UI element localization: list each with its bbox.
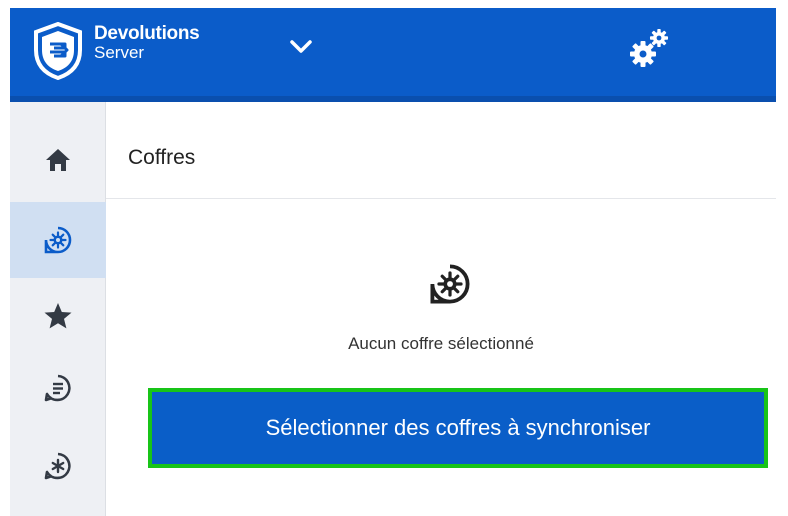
- vault-icon: [44, 226, 72, 254]
- brand: Devolutions Server: [94, 23, 200, 62]
- gears-icon[interactable]: [630, 26, 670, 70]
- page-title: Coffres: [128, 146, 196, 169]
- sidebar-item-messages[interactable]: [10, 350, 106, 426]
- select-vaults-button-highlight[interactable]: Sélectionner des coffres à synchroniser: [148, 388, 768, 468]
- main-panel: Coffres Aucun coffre sélectionné Sélecti…: [106, 102, 776, 516]
- sidebar: [10, 102, 106, 516]
- brand-product: Server: [94, 43, 145, 62]
- select-vaults-button[interactable]: Sélectionner des coffres à synchroniser: [152, 392, 764, 464]
- asterisk-sync-icon: [44, 452, 71, 480]
- vault-icon: [430, 264, 470, 304]
- brand-name: Devolutions: [94, 23, 200, 44]
- empty-state-message: Aucun coffre sélectionné: [348, 334, 534, 353]
- top-bar: Devolutions Server: [10, 8, 776, 102]
- app-window: Devolutions Server Coffres Aucun coffre …: [0, 0, 788, 516]
- star-icon: [44, 303, 72, 329]
- sidebar-item-home[interactable]: [10, 122, 106, 198]
- devolutions-logo-icon: [34, 22, 82, 80]
- sidebar-item-vaults[interactable]: [10, 202, 106, 278]
- title-divider: [106, 198, 776, 199]
- window-edge: [776, 0, 788, 516]
- chevron-down-icon[interactable]: [288, 34, 314, 60]
- chat-sync-icon: [44, 374, 71, 402]
- sidebar-item-favorites[interactable]: [10, 278, 106, 354]
- home-icon: [46, 149, 70, 171]
- sidebar-item-password[interactable]: [10, 428, 106, 504]
